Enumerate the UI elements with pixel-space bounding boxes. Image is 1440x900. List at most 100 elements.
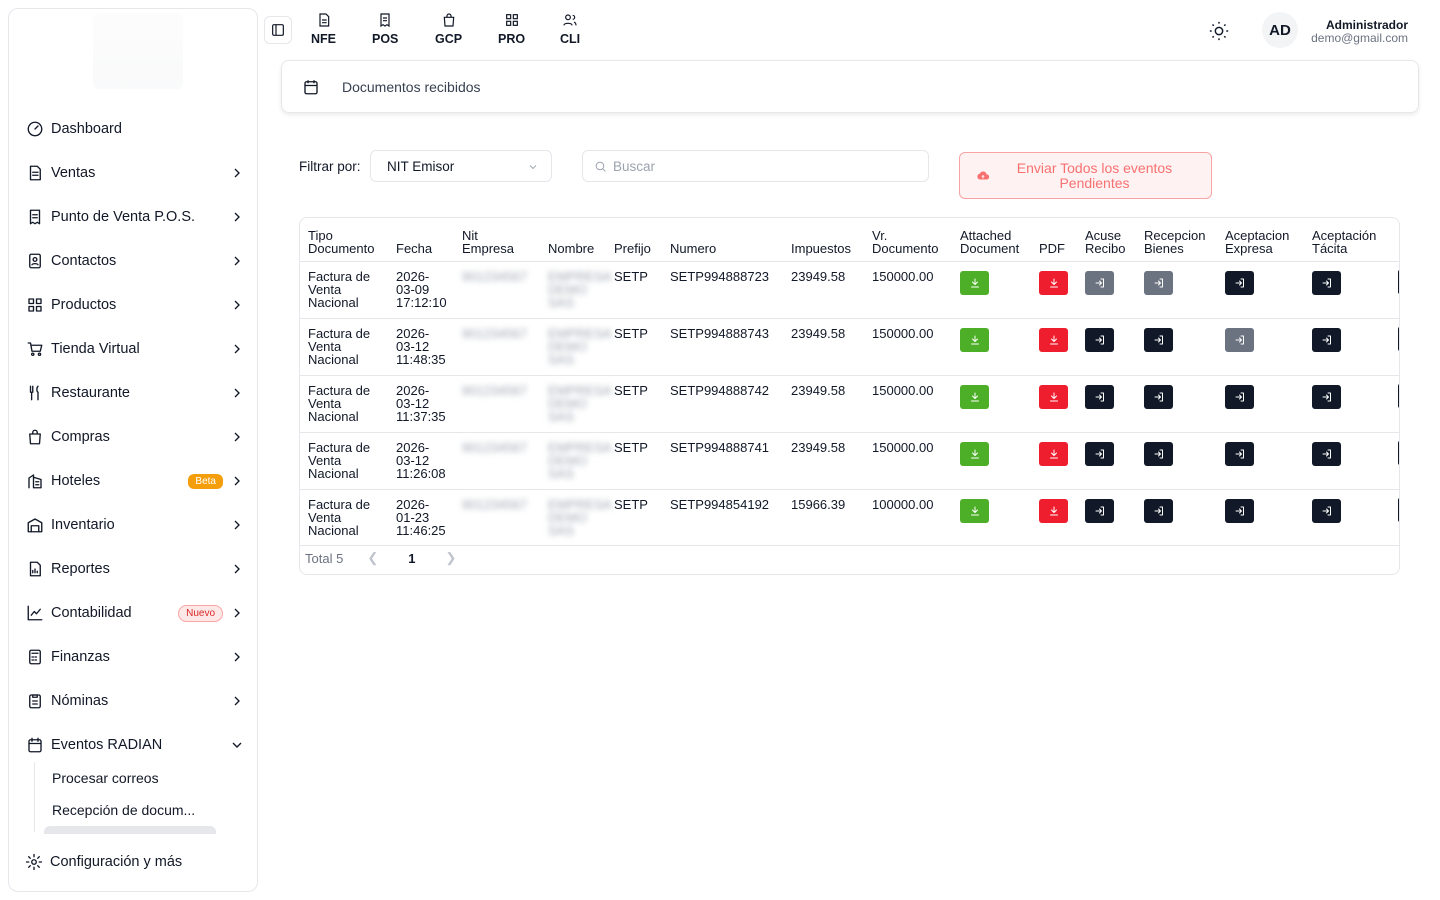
chevron-right-icon [229, 341, 245, 357]
avatar[interactable]: AD [1262, 12, 1298, 48]
cell-recepcion [1136, 318, 1217, 376]
cell-nombre: EMPRESA DEMO SAS [540, 261, 612, 319]
filter-label: Filtrar por: [299, 159, 361, 174]
sidebar-item-finanzas[interactable]: Finanzas [25, 637, 249, 677]
attached-document-download-button[interactable] [960, 270, 989, 295]
sidebar-item-contactos[interactable]: Contactos [25, 241, 249, 281]
sidebar-item-eventos-radian[interactable]: Eventos RADIAN [25, 725, 249, 765]
clipboard-icon [25, 691, 45, 711]
cell-fecha: 2026-03-09 17:12:10 [388, 261, 454, 319]
cell-attached [952, 375, 1031, 433]
send-all-events-button[interactable]: Enviar Todos los eventos Pendientes [959, 152, 1212, 199]
cell-recepcion [1136, 261, 1217, 319]
sidebar-item-restaurante[interactable]: Restaurante [25, 373, 249, 413]
sidebar-item-tienda-virtual[interactable]: Tienda Virtual [25, 329, 249, 369]
attached-document-download-button[interactable] [960, 441, 989, 466]
sign-in-icon [1234, 448, 1246, 460]
sign-in-icon [1153, 448, 1165, 460]
sidebar-footer-settings[interactable]: Configuración y más [24, 842, 244, 882]
download-icon [1048, 448, 1060, 460]
aceptacion-tacita-button[interactable] [1312, 441, 1341, 466]
submenu-procesar-correos[interactable]: Procesar correos [52, 770, 159, 786]
sidebar-item-productos[interactable]: Productos [25, 285, 249, 325]
recepcion-bienes-button[interactable] [1144, 384, 1173, 409]
aceptacion-tacita-button[interactable] [1312, 270, 1341, 295]
cut-off-button[interactable] [1398, 269, 1399, 294]
sidebar-toggle-button[interactable] [264, 16, 292, 44]
download-icon [1048, 391, 1060, 403]
cell-tacita [1304, 489, 1390, 546]
attached-document-download-button[interactable] [960, 327, 989, 352]
app-gcp[interactable]: GCP [435, 12, 462, 46]
calendar-icon [304, 79, 318, 94]
cut-off-button[interactable] [1398, 497, 1399, 522]
cell-tacita [1304, 261, 1390, 319]
sidebar-item-reportes[interactable]: Reportes [25, 549, 249, 589]
sidebar-item-compras[interactable]: Compras [25, 417, 249, 457]
sidebar-item-inventario[interactable]: Inventario [25, 505, 249, 545]
search-input[interactable] [613, 158, 913, 174]
cut-off-button[interactable] [1398, 440, 1399, 465]
pdf-download-button[interactable] [1039, 498, 1068, 523]
cell-cut [1390, 375, 1399, 433]
theme-toggle[interactable] [1208, 20, 1230, 42]
cell-valor: 100000.00 [864, 489, 952, 546]
submenu-active-item[interactable] [44, 826, 216, 834]
acuse-recibo-button[interactable] [1085, 384, 1114, 409]
attached-document-download-button[interactable] [960, 384, 989, 409]
header-nit-empresa: Nit Empresa [454, 218, 540, 262]
sidebar-item-nominas[interactable]: Nóminas [25, 681, 249, 721]
sidebar-item-contabilidad[interactable]: Contabilidad Nuevo [25, 593, 249, 633]
cut-off-button[interactable] [1398, 383, 1399, 408]
attached-document-download-button[interactable] [960, 498, 989, 523]
aceptacion-expresa-button[interactable] [1225, 270, 1254, 295]
cut-off-button[interactable] [1398, 326, 1399, 351]
page-number-button[interactable]: 1 [408, 551, 415, 566]
aceptacion-tacita-button[interactable] [1312, 384, 1341, 409]
recepcion-bienes-button[interactable] [1144, 270, 1173, 295]
sidebar-panel-icon [272, 24, 284, 36]
sidebar-item-hoteles[interactable]: Hoteles Beta [25, 461, 249, 501]
prev-page-button[interactable]: ❮ [367, 550, 378, 566]
recepcion-bienes-button[interactable] [1144, 327, 1173, 352]
aceptacion-expresa-button[interactable] [1225, 498, 1254, 523]
pdf-download-button[interactable] [1039, 327, 1068, 352]
cell-tacita [1304, 432, 1390, 490]
chevron-down-icon [229, 737, 245, 753]
cell-impuestos: 23949.58 [783, 318, 864, 376]
sidebar-item-ventas[interactable]: Ventas [25, 153, 249, 193]
search-icon [595, 161, 606, 172]
filter-select[interactable]: NIT Emisor [370, 150, 552, 182]
chevron-right-icon [229, 209, 245, 225]
submenu-recepcion-documentos[interactable]: Recepción de docum... [52, 802, 195, 818]
acuse-recibo-button[interactable] [1085, 270, 1114, 295]
recepcion-bienes-button[interactable] [1144, 498, 1173, 523]
aceptacion-expresa-button[interactable] [1225, 384, 1254, 409]
app-cli[interactable]: CLI [560, 12, 580, 46]
app-gcp-label: GCP [435, 32, 463, 46]
pdf-download-button[interactable] [1039, 441, 1068, 466]
app-pos[interactable]: POS [372, 12, 398, 46]
app-nfe[interactable]: NFE [311, 12, 336, 46]
next-page-button[interactable]: ❯ [445, 550, 456, 566]
acuse-recibo-button[interactable] [1085, 441, 1114, 466]
recepcion-bienes-button[interactable] [1144, 441, 1173, 466]
pdf-download-button[interactable] [1039, 270, 1068, 295]
pagination: Total 5 ❮ 1 ❯ [305, 550, 456, 566]
app-pro[interactable]: PRO [498, 12, 525, 46]
aceptacion-expresa-button[interactable] [1225, 441, 1254, 466]
acuse-recibo-button[interactable] [1085, 498, 1114, 523]
acuse-recibo-button[interactable] [1085, 327, 1114, 352]
search-box[interactable] [582, 150, 929, 182]
sidebar-item-dashboard[interactable]: Dashboard [25, 109, 249, 149]
sign-in-icon [1234, 505, 1246, 517]
nuevo-badge: Nuevo [178, 604, 223, 622]
aceptacion-tacita-button[interactable] [1312, 327, 1341, 352]
sidebar-item-pos[interactable]: Punto de Venta P.O.S. [25, 197, 249, 237]
aceptacion-tacita-button[interactable] [1312, 498, 1341, 523]
cell-nit: 901234567 [454, 318, 540, 376]
pdf-download-button[interactable] [1039, 384, 1068, 409]
header-vr-documento: Vr. Documento [864, 218, 952, 262]
aceptacion-expresa-button[interactable] [1225, 327, 1254, 352]
sign-in-icon [1234, 391, 1246, 403]
